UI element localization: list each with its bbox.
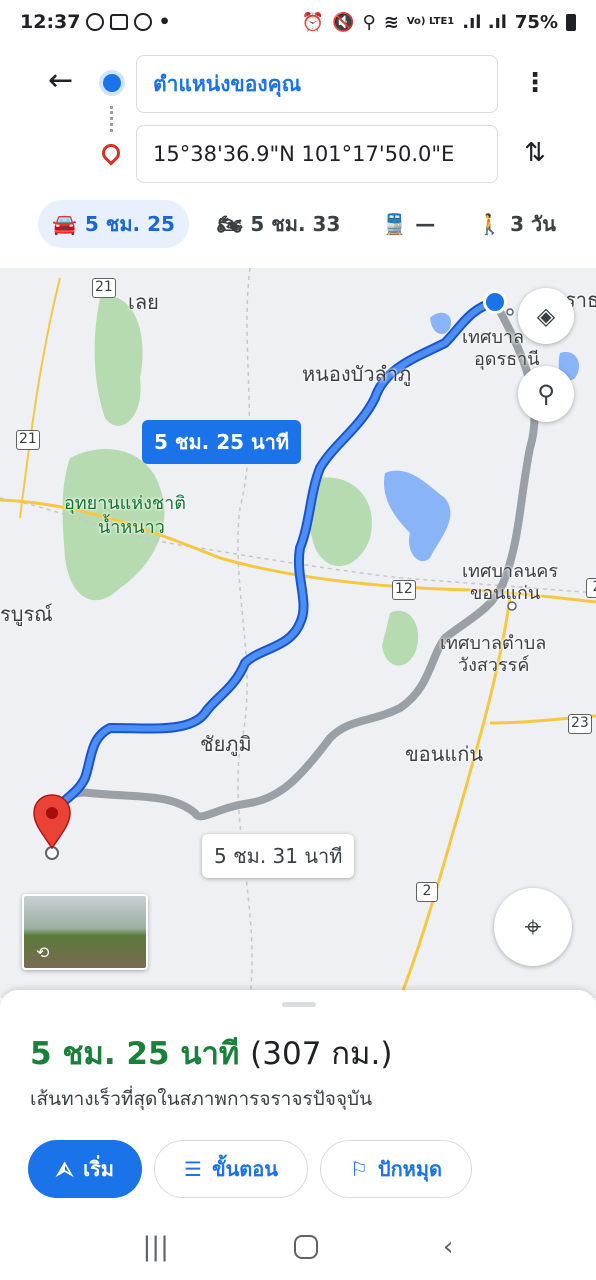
battery-level: 75%: [514, 11, 558, 33]
car-icon: 🚘: [52, 212, 77, 236]
destination-marker-hole: [46, 807, 58, 819]
steps-label: ขั้นตอน: [211, 1157, 278, 1181]
train-icon: 🚆: [382, 212, 408, 236]
alternative-route-label[interactable]: 5 ชม. 31 นาที: [202, 834, 355, 878]
back-button[interactable]: ‹: [443, 1232, 453, 1262]
route-summary-sheet: 5 ชม. 25 นาที (307 กม.) เส้นทางเร็วที่สุ…: [0, 990, 596, 1214]
home-button[interactable]: [293, 1235, 318, 1259]
lake: [430, 312, 451, 334]
navigation-arrow-icon: ⮙: [56, 1157, 74, 1181]
location-icon: ⚲: [362, 11, 376, 33]
destination-pin-icon: [98, 140, 124, 166]
route-summary: 5 ชม. 25 นาที (307 กม.): [30, 1028, 392, 1078]
list-icon: ☰: [184, 1157, 202, 1181]
map-label-wangsawang-line2: วังสวรรค์: [458, 655, 530, 676]
destination-marker-icon[interactable]: [33, 794, 71, 850]
search-icon: ⚲: [537, 380, 555, 408]
map-label-udon: อุดรธานี: [474, 349, 540, 370]
rotate-360-icon: ⟲: [36, 943, 50, 962]
status-bar: 12:37 • ⏰ 🔇 ⚲ ≋ Vo) LTE1 .ıl .ıl 75%: [0, 0, 596, 44]
my-location-button[interactable]: ⌖: [494, 888, 572, 966]
system-nav-bar: ||| ‹: [0, 1214, 596, 1280]
tab-walk-label: 3 วัน: [510, 212, 556, 236]
network-label: Vo) LTE1: [406, 16, 455, 27]
notification-dot: •: [158, 11, 171, 33]
map-label-khonkaen: ขอนแก่น: [405, 742, 484, 766]
sheet-drag-handle[interactable]: [282, 1002, 316, 1007]
origin-field[interactable]: ตำแหน่งของคุณ: [136, 55, 498, 113]
tab-transit[interactable]: 🚆 —: [368, 200, 449, 248]
motorcycle-icon: 🏍: [216, 212, 243, 236]
road-shield: 2: [586, 578, 596, 598]
tab-motorcycle[interactable]: 🏍 5 ชม. 33: [203, 200, 354, 248]
forest-area: [382, 610, 419, 666]
layers-button[interactable]: ◈: [518, 288, 574, 344]
highway-21: [19, 277, 61, 519]
tab-transit-label: —: [415, 212, 436, 236]
map-label-park-line2: น้ำหนาว: [98, 517, 165, 538]
map-view[interactable]: เลย อุดราธ เทศบาล อุดรธานี หนองบัวลำภู อ…: [0, 268, 596, 998]
gallery-icon: [110, 14, 129, 30]
pin-label: ปักหมุด: [377, 1157, 443, 1181]
more-options-icon[interactable]: ⋮: [522, 68, 548, 98]
start-button[interactable]: ⮙ เริ่ม: [28, 1140, 142, 1198]
destination-field[interactable]: 15°38'36.9"N 101°17'50.0"E: [136, 125, 498, 183]
road-shield: 21: [92, 278, 116, 298]
pin-button[interactable]: ⚐ ปักหมุด: [320, 1140, 472, 1198]
road-shield: 21: [16, 430, 40, 450]
road-shield: 12: [392, 580, 416, 600]
travel-mode-tabs: 🚘 5 ชม. 25 🏍 5 ชม. 33 🚆 — 🚶 3 วัน: [0, 196, 596, 252]
start-label: เริ่ม: [83, 1157, 114, 1181]
steps-button[interactable]: ☰ ขั้นตอน: [154, 1140, 308, 1198]
map-label-nongbua: หนองบัวลำภู: [302, 362, 412, 386]
mute-icon: 🔇: [332, 11, 355, 33]
map-label-chaiyaphum: ชัยภูมิ: [200, 732, 252, 756]
map-search-button[interactable]: ⚲: [518, 366, 574, 422]
cast-icon: [134, 13, 153, 31]
directions-header: ← ตำแหน่งของคุณ 15°38'36.9"N 101°17'50.0…: [0, 44, 596, 194]
route-description: เส้นทางเร็วที่สุดในสภาพการจราจรปัจจุบัน: [30, 1088, 373, 1110]
alarm-icon: ⏰: [301, 11, 325, 33]
origin-dot-icon: [103, 74, 121, 92]
road-shield: 2: [416, 882, 438, 902]
layers-icon: ◈: [536, 302, 556, 330]
recent-apps-button[interactable]: |||: [143, 1232, 169, 1262]
reservoir: [384, 470, 451, 562]
map-label-phetchabun-partial: รบูรณ์: [0, 602, 53, 626]
tab-car-label: 5 ชม. 25: [84, 212, 175, 236]
tab-car[interactable]: 🚘 5 ชม. 25: [38, 200, 189, 248]
status-time: 12:37: [20, 11, 81, 33]
road-shield: 23: [568, 714, 592, 734]
cast-icon: [86, 13, 105, 31]
primary-route-label[interactable]: 5 ชม. 25 นาที: [142, 420, 302, 464]
crosshair-icon: ⌖: [524, 909, 542, 945]
battery-icon: [566, 13, 576, 31]
street-view-thumbnail[interactable]: ⟲: [22, 894, 148, 970]
back-arrow-icon[interactable]: ←: [48, 66, 80, 98]
swap-icon[interactable]: ⇅: [518, 136, 552, 170]
route-connector: [110, 106, 114, 132]
city-dot: [506, 308, 514, 316]
wifi-icon: ≋: [383, 11, 399, 33]
pin-icon: ⚐: [349, 1157, 368, 1181]
route-distance: (307 กม.): [250, 1036, 393, 1072]
route-duration: 5 ชม. 25 นาที: [30, 1036, 240, 1072]
map-label-khonkaen-city-line2: ขอนแก่น: [470, 583, 541, 604]
current-location-dot[interactable]: [486, 293, 504, 311]
signal-icon: .ıl .ıl: [462, 11, 507, 33]
walk-icon: 🚶: [477, 212, 503, 236]
tab-motorcycle-label: 5 ชม. 33: [250, 212, 341, 236]
tab-walk[interactable]: 🚶 3 วัน: [463, 200, 570, 248]
map-label-loei: เลย: [128, 290, 159, 314]
boundary-line: [237, 268, 253, 998]
